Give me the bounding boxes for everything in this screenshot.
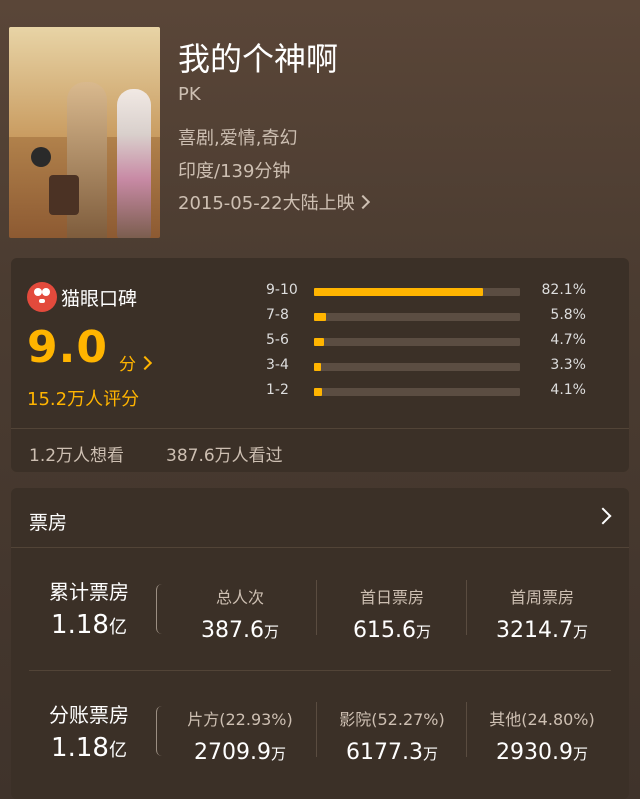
cell-label: 影院(52.27%): [339, 710, 445, 729]
brace-divider: [156, 584, 165, 634]
rating-dist-fill: [314, 313, 326, 321]
rating-dist-track: [314, 313, 520, 321]
total-box-office-value: 1.18亿: [29, 610, 149, 640]
rating-dist-range: 9-10: [266, 282, 298, 298]
divider: [11, 428, 629, 429]
poster-suitcase: [49, 175, 79, 215]
total-box-office-unit: 亿: [108, 617, 127, 638]
rating-dist-track: [314, 388, 520, 396]
rating-dist-percent: 82.1%: [541, 282, 586, 298]
rating-score-unit: 分: [119, 355, 136, 375]
divider: [11, 547, 629, 548]
chevron-right-icon[interactable]: [594, 507, 612, 525]
total-people-cell: 总人次 387.6万: [165, 584, 315, 643]
cell-value: 387.6万: [201, 618, 279, 643]
rating-dist-percent: 5.8%: [550, 307, 586, 323]
chevron-right-icon: [137, 355, 153, 371]
cell-value: 2709.9万: [194, 740, 286, 765]
rating-brand: 猫眼口碑: [61, 288, 138, 310]
maoyan-cat-icon: [27, 282, 57, 312]
rating-dist-row: 3-4 3.3%: [266, 357, 586, 377]
movie-genre: 喜剧,爱情,奇幻: [178, 128, 298, 149]
total-box-office-number: 1.18: [51, 610, 109, 640]
cell-label: 其他(24.80%): [489, 710, 595, 729]
producer-share-cell: 片方(22.93%) 2709.9万: [165, 706, 315, 765]
rating-dist-percent: 3.3%: [550, 357, 586, 373]
movie-release-link[interactable]: 2015-05-22大陆上映: [178, 189, 370, 215]
cell-value: 3214.7万: [496, 618, 588, 643]
cell-label: 首周票房: [509, 588, 574, 607]
first-day-cell: 首日票房 615.6万: [317, 584, 467, 643]
split-box-office-unit: 亿: [108, 740, 127, 761]
rating-dist-range: 3-4: [266, 357, 289, 373]
rating-dist-track: [314, 338, 520, 346]
first-week-cell: 首周票房 3214.7万: [467, 584, 617, 643]
rating-dist-percent: 4.7%: [550, 332, 586, 348]
rating-dist-fill: [314, 363, 321, 371]
movie-release-text: 2015-05-22大陆上映: [178, 193, 355, 214]
brace-divider: [156, 706, 165, 756]
rating-dist-range: 1-2: [266, 382, 289, 398]
rating-dist-range: 5-6: [266, 332, 289, 348]
poster-figure-woman: [117, 89, 151, 238]
rating-score-unit-link[interactable]: 分: [119, 350, 153, 375]
rating-dist-row: 5-6 4.7%: [266, 332, 586, 352]
box-office-title: 票房: [29, 512, 68, 534]
rating-score[interactable]: 9.0: [27, 322, 108, 373]
movie-title: 我的个神啊: [178, 40, 339, 78]
rating-dist-row: 1-2 4.1%: [266, 382, 586, 402]
rating-dist-fill: [314, 388, 323, 396]
want-to-see-count: 1.2万人想看: [29, 446, 125, 466]
cell-label: 首日票房: [359, 588, 424, 607]
split-box-office-label: 分账票房: [49, 703, 129, 727]
cell-label: 片方(22.93%): [187, 710, 293, 729]
other-share-cell: 其他(24.80%) 2930.9万: [467, 706, 617, 765]
movie-poster[interactable]: [9, 27, 160, 238]
watched-count: 387.6万人看过: [166, 446, 283, 466]
rating-dist-fill: [314, 338, 324, 346]
rating-card: 猫眼口碑 9.0 分 15.2万人评分 9-10 82.1% 7-8 5.8% …: [11, 258, 629, 472]
cell-value: 615.6万: [353, 618, 431, 643]
rating-dist-fill: [314, 288, 484, 296]
poster-portrait: [31, 147, 51, 167]
rating-dist-row: 7-8 5.8%: [266, 307, 586, 327]
chevron-right-icon: [355, 194, 370, 210]
movie-country-duration: 印度/139分钟: [178, 161, 291, 182]
cell-value: 2930.9万: [496, 740, 588, 765]
rating-count: 15.2万人评分: [27, 389, 140, 410]
rating-dist-track: [314, 363, 520, 371]
cell-label: 总人次: [215, 588, 264, 607]
rating-dist-row: 9-10 82.1%: [266, 282, 586, 302]
box-office-card: 票房 累计票房 1.18亿 总人次 387.6万 首日票房 615.6万 首周票…: [11, 488, 629, 799]
total-box-office-label: 累计票房: [49, 580, 129, 604]
cell-value: 6177.3万: [346, 740, 438, 765]
rating-dist-percent: 4.1%: [550, 382, 586, 398]
rating-dist-track: [314, 288, 520, 296]
divider: [29, 670, 611, 671]
movie-english-title: PK: [178, 84, 201, 105]
split-box-office-number: 1.18: [51, 733, 109, 763]
cinema-share-cell: 影院(52.27%) 6177.3万: [317, 706, 467, 765]
rating-dist-range: 7-8: [266, 307, 289, 323]
split-box-office-value: 1.18亿: [29, 733, 149, 763]
